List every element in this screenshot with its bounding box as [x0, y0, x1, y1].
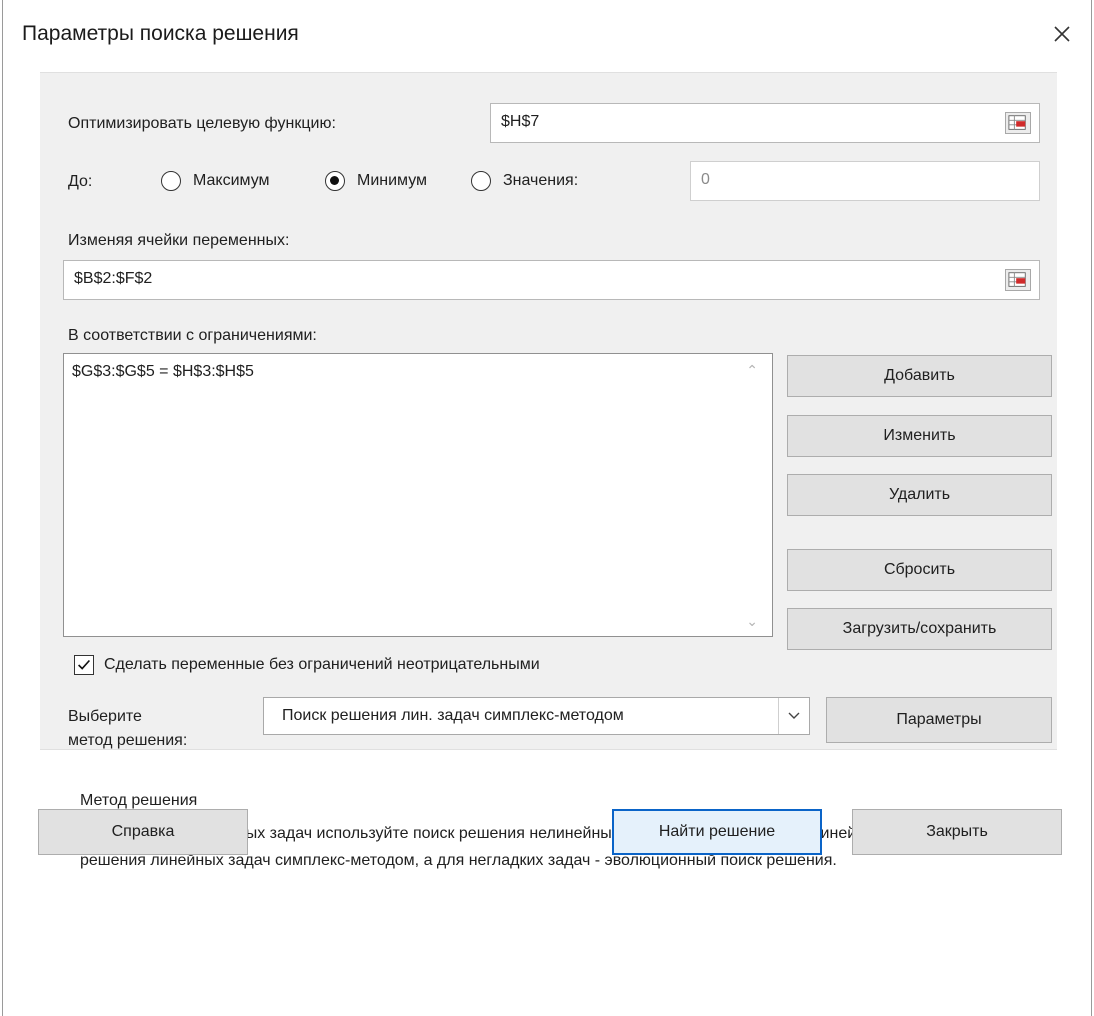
close-icon[interactable]	[1046, 18, 1078, 50]
to-label: До:	[68, 173, 93, 190]
method-info-box: Метод решения Для гладких нелинейных зад…	[63, 780, 1033, 930]
window-border-right	[1091, 0, 1092, 1016]
objective-input[interactable]: $H$7	[490, 103, 1040, 143]
constraints-label: В соответствии с ограничениями:	[68, 327, 317, 344]
radio-maximum-button[interactable]	[161, 171, 181, 191]
objective-label: Оптимизировать целевую функцию:	[68, 115, 336, 132]
value-of-input[interactable]: 0	[690, 161, 1040, 201]
checkmark-icon	[78, 659, 91, 670]
add-button[interactable]: Добавить	[787, 355, 1052, 397]
radio-value-of-label: Значения:	[503, 172, 579, 189]
close-button[interactable]: Закрыть	[852, 809, 1062, 855]
range-collapse-icon[interactable]	[1005, 112, 1031, 134]
radio-maximum[interactable]: Максимум	[161, 171, 270, 191]
delete-button[interactable]: Удалить	[787, 474, 1052, 516]
reset-button[interactable]: Сбросить	[787, 549, 1052, 591]
solve-button[interactable]: Найти решение	[612, 809, 822, 855]
method-select-value: Поиск решения лин. задач симплекс-методо…	[282, 707, 624, 724]
dialog-title: Параметры поиска решения	[22, 22, 299, 45]
load-save-button[interactable]: Загрузить/сохранить	[787, 608, 1052, 650]
change-button[interactable]: Изменить	[787, 415, 1052, 457]
solver-parameters-dialog: Параметры поиска решения Оптимизировать …	[0, 0, 1094, 1016]
constraint-item[interactable]: $G$3:$G$5 = $H$3:$H$5	[72, 363, 254, 381]
method-label-line2: метод решения:	[68, 732, 188, 749]
range-collapse-icon[interactable]	[1005, 269, 1031, 291]
method-info-title: Метод решения	[80, 792, 198, 809]
method-select[interactable]: Поиск решения лин. задач симплекс-методо…	[263, 697, 810, 735]
variables-input[interactable]: $B$2:$F$2	[63, 260, 1040, 300]
variables-label: Изменяя ячейки переменных:	[68, 232, 290, 249]
help-button[interactable]: Справка	[38, 809, 248, 855]
radio-value-of[interactable]: Значения:	[471, 171, 578, 191]
radio-minimum[interactable]: Минимум	[325, 171, 427, 191]
method-label-line1: Выберите	[68, 708, 142, 725]
radio-minimum-button[interactable]	[325, 171, 345, 191]
constraints-list[interactable]: $G$3:$G$5 = $H$3:$H$5 ⌃ ⌄	[63, 353, 773, 637]
nonneg-checkbox[interactable]	[74, 655, 94, 675]
scroll-up-icon[interactable]: ⌃	[746, 362, 758, 379]
radio-minimum-label: Минимум	[357, 172, 428, 189]
window-border-left	[2, 0, 3, 1016]
radio-maximum-label: Максимум	[193, 172, 270, 189]
radio-value-of-button[interactable]	[471, 171, 491, 191]
scroll-down-icon[interactable]: ⌄	[746, 613, 758, 630]
chevron-down-icon[interactable]	[778, 698, 809, 734]
nonneg-label[interactable]: Сделать переменные без ограничений неотр…	[104, 656, 540, 674]
options-button[interactable]: Параметры	[826, 697, 1052, 743]
